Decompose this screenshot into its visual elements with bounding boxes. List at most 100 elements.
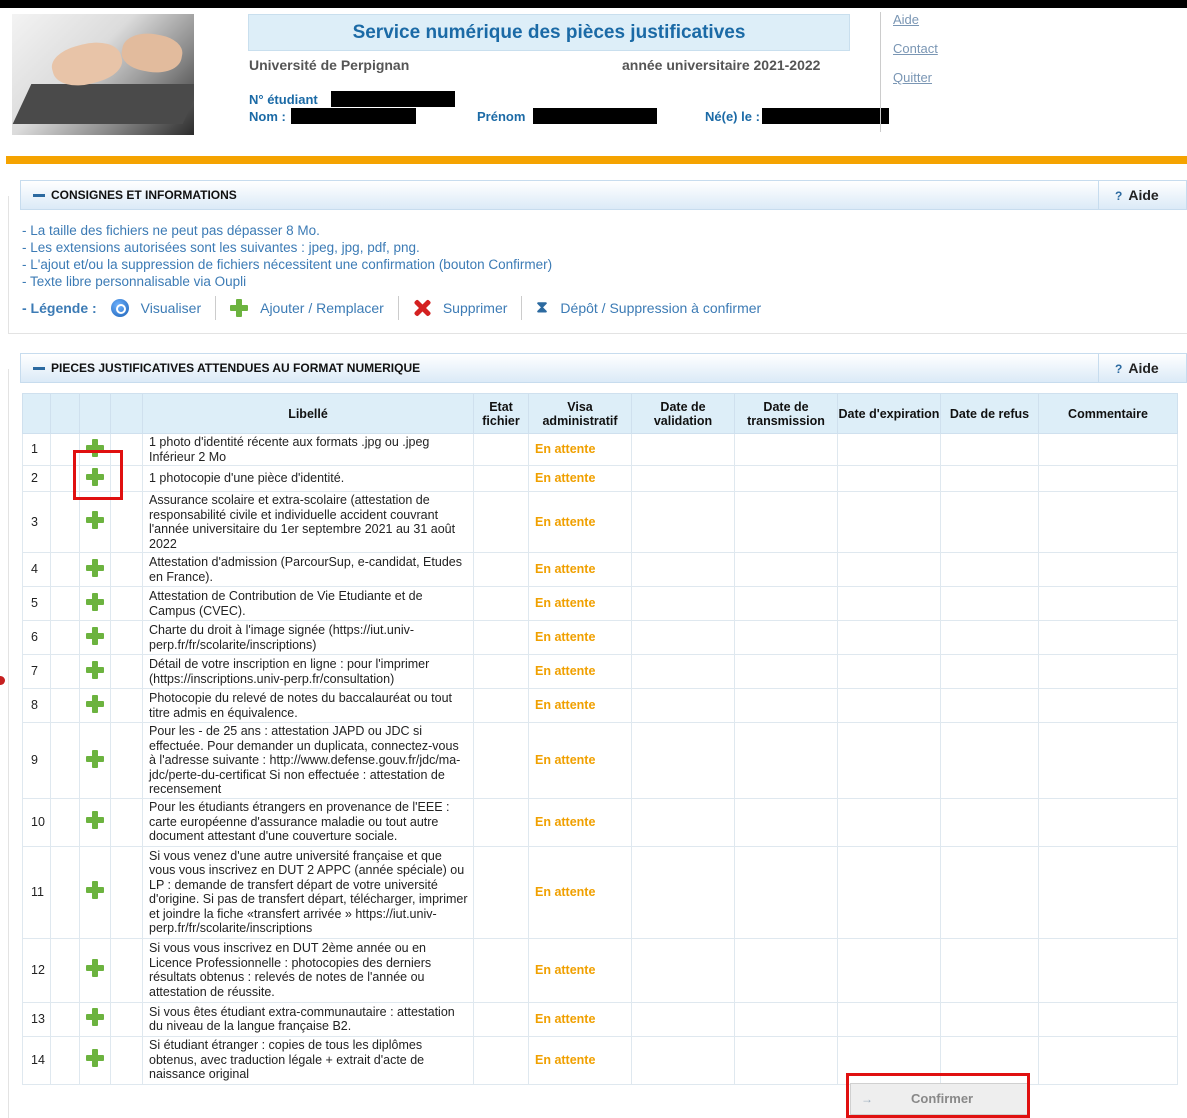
add-icon[interactable] <box>86 1008 104 1027</box>
row-libelle: Si vous êtes étudiant extra-communautair… <box>142 1001 474 1037</box>
add-cell <box>79 937 111 1003</box>
row-libelle: Si vous vous inscrivez en DUT 2ème année… <box>142 937 474 1003</box>
etat-cell <box>473 845 529 939</box>
pieces-aide-button[interactable]: ? Aide <box>1098 354 1186 382</box>
quitter-link[interactable]: Quitter <box>893 70 938 85</box>
contact-link[interactable]: Contact <box>893 41 938 56</box>
expiration-cell <box>837 845 941 939</box>
commentaire-cell <box>1038 845 1178 939</box>
col-libelle: Libellé <box>142 393 474 434</box>
row-number: 14 <box>22 1035 51 1085</box>
add-icon[interactable] <box>86 694 104 713</box>
add-icon[interactable] <box>86 660 104 679</box>
row-libelle: Pour les - de 25 ans : attestation JAPD … <box>142 722 474 799</box>
col-validation: Date de validation <box>631 393 735 434</box>
add-icon[interactable] <box>86 592 104 611</box>
visa-status: En attente <box>528 797 632 847</box>
top-links: Aide Contact Quitter <box>880 12 938 132</box>
redacted-birthdate <box>762 108 889 124</box>
legend: - Légende : Visualiser Ajouter / Remplac… <box>22 296 775 320</box>
validation-cell <box>631 1035 735 1085</box>
expiration-cell <box>837 465 941 492</box>
commentaire-cell <box>1038 1035 1178 1085</box>
empty-cell <box>50 722 80 799</box>
col-transmission: Date de transmission <box>734 393 838 434</box>
expiration-cell <box>837 491 941 553</box>
table-row: 4 Attestation d'admission (ParcourSup, e-… <box>22 552 1178 587</box>
add-icon[interactable] <box>86 1049 104 1068</box>
info-line: - Les extensions autorisées sont les sui… <box>22 240 420 255</box>
consignes-aide-button[interactable]: ? Aide <box>1098 181 1186 209</box>
expiration-cell <box>837 654 941 689</box>
refus-cell <box>940 722 1039 799</box>
add-icon[interactable] <box>86 959 104 978</box>
visa-status: En attente <box>528 688 632 723</box>
row-libelle: Charte du droit à l'image signée (https:… <box>142 620 474 655</box>
add-cell <box>79 620 111 655</box>
visa-status: En attente <box>528 465 632 492</box>
row-number: 8 <box>22 688 51 723</box>
pieces-header[interactable]: PIECES JUSTIFICATIVES ATTENDUES AU FORMA… <box>20 353 1187 383</box>
add-icon[interactable] <box>86 811 104 830</box>
visa-status: En attente <box>528 620 632 655</box>
refus-cell <box>940 586 1039 621</box>
etat-cell <box>473 797 529 847</box>
birth-label: Né(e) le : <box>705 109 760 124</box>
transmission-cell <box>734 797 838 847</box>
add-icon[interactable] <box>86 749 104 768</box>
table-row: 7 Détail de votre inscription en ligne : … <box>22 654 1178 689</box>
refus-cell <box>940 433 1039 466</box>
validation-cell <box>631 722 735 799</box>
empty-cell <box>50 620 80 655</box>
add-cell <box>79 797 111 847</box>
commentaire-cell <box>1038 620 1178 655</box>
add-icon[interactable] <box>86 881 104 900</box>
table-row: 13 Si vous êtes étudiant extra-communauta… <box>22 1001 1178 1037</box>
add-cell <box>79 722 111 799</box>
row-libelle: Si étudiant étranger : copies de tous le… <box>142 1035 474 1085</box>
info-line: - Texte libre personnalisable via Oupli <box>22 274 247 289</box>
row-libelle: Détail de votre inscription en ligne : p… <box>142 654 474 689</box>
empty-cell <box>50 1035 80 1085</box>
expiration-cell <box>837 937 941 1003</box>
firstname-label: Prénom <box>477 109 526 124</box>
etat-cell <box>473 654 529 689</box>
etat-cell <box>473 722 529 799</box>
collapse-icon[interactable] <box>33 367 45 370</box>
transmission-cell <box>734 433 838 466</box>
col-visa: Visa administratif <box>528 393 632 434</box>
add-icon[interactable] <box>86 558 104 577</box>
table-row: 5 Attestation de Contribution de Vie Etud… <box>22 586 1178 621</box>
header-photo <box>12 14 194 135</box>
table-row: 2 1 photocopie d'une pièce d'identité. En … <box>22 465 1178 492</box>
refus-cell <box>940 620 1039 655</box>
transmission-cell <box>734 491 838 553</box>
hourglass-icon: ⧗ <box>536 299 548 316</box>
empty-cell <box>50 797 80 847</box>
expiration-cell <box>837 552 941 587</box>
visa-status: En attente <box>528 937 632 1003</box>
row-libelle: Pour les étudiants étrangers en provenan… <box>142 797 474 847</box>
row-libelle: Attestation d'admission (ParcourSup, e-c… <box>142 552 474 587</box>
etat-cell <box>473 1035 529 1085</box>
row-number: 5 <box>22 586 51 621</box>
add-cell <box>79 654 111 689</box>
empty-cell <box>50 586 80 621</box>
validation-cell <box>631 688 735 723</box>
add-icon[interactable] <box>86 511 104 530</box>
empty-cell <box>50 654 80 689</box>
row-number: 9 <box>22 722 51 799</box>
collapse-icon[interactable] <box>33 194 45 197</box>
transmission-cell <box>734 937 838 1003</box>
aide-link[interactable]: Aide <box>893 12 938 27</box>
validation-cell <box>631 937 735 1003</box>
empty-cell <box>50 845 80 939</box>
consignes-header[interactable]: CONSIGNES ET INFORMATIONS ? Aide <box>20 180 1187 210</box>
row-libelle: Photocopie du relevé de notes du baccala… <box>142 688 474 723</box>
row-number: 11 <box>22 845 51 939</box>
validation-cell <box>631 845 735 939</box>
add-icon[interactable] <box>86 626 104 645</box>
service-title: Service numérique des pièces justificati… <box>248 14 850 51</box>
edge-marker <box>0 676 5 685</box>
delete-icon <box>413 299 431 317</box>
